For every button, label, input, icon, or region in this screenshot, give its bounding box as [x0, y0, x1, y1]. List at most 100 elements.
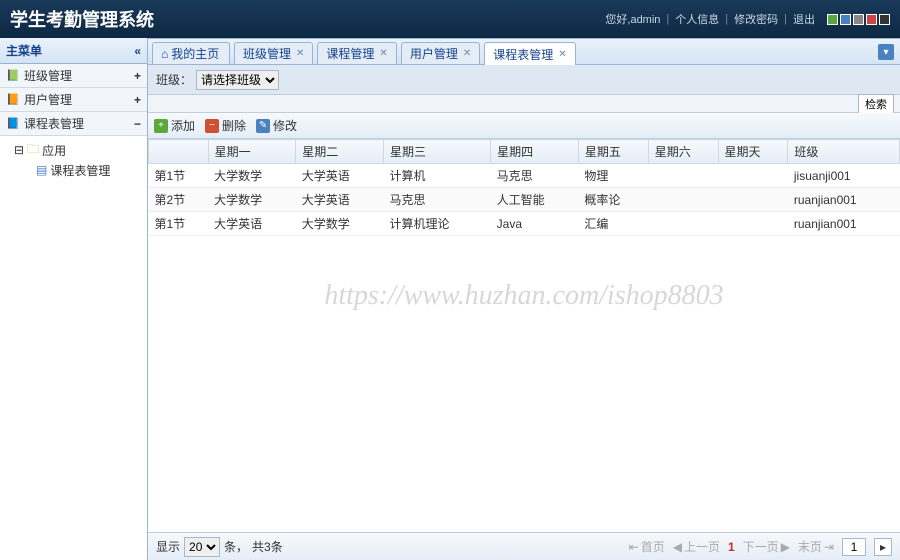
expand-icon[interactable]: + — [134, 93, 141, 107]
table-cell — [648, 212, 718, 236]
welcome-text: 您好,admin — [605, 11, 660, 27]
swatch-dark[interactable] — [879, 14, 890, 25]
sidebar-item-schedule[interactable]: 📘课程表管理 − — [0, 112, 147, 136]
table-cell: 概率论 — [578, 188, 648, 212]
column-header[interactable]: 班级 — [788, 140, 900, 164]
pager-left: 显示 20 条， 共3条 — [156, 537, 283, 557]
column-header[interactable]: 星期三 — [383, 140, 490, 164]
edit-icon: ✎ — [256, 119, 270, 133]
minus-box-icon: ⊟ — [14, 143, 24, 157]
close-icon[interactable]: ✕ — [296, 48, 304, 59]
last-icon: ⇥ — [824, 540, 834, 554]
column-header[interactable]: 星期天 — [718, 140, 788, 164]
pager: 显示 20 条， 共3条 ⇤首页 ◀上一页 1 下一页▶ 末页⇥ ▸ — [148, 532, 900, 560]
delete-icon: − — [205, 119, 219, 133]
swatch-gray[interactable] — [853, 14, 864, 25]
next-icon: ▶ — [781, 540, 790, 554]
table-cell — [718, 164, 788, 188]
close-icon[interactable]: ✕ — [463, 48, 471, 59]
edit-button[interactable]: ✎修改 — [256, 117, 297, 134]
last-page-button[interactable]: 末页⇥ — [798, 538, 834, 555]
collapse-icon[interactable]: − — [134, 117, 141, 131]
link-profile[interactable]: 个人信息 — [675, 11, 719, 27]
close-icon[interactable]: ✕ — [558, 49, 566, 60]
table-cell: ruanjian001 — [788, 212, 900, 236]
sidebar-item-user[interactable]: 📙用户管理 + — [0, 88, 147, 112]
table-cell: 大学数学 — [296, 212, 384, 236]
link-password[interactable]: 修改密码 — [734, 11, 778, 27]
folder-icon: 📘 — [6, 117, 20, 131]
class-select[interactable]: 请选择班级 — [196, 70, 279, 90]
prev-icon: ◀ — [673, 540, 682, 554]
sidebar-item-class[interactable]: 📗 班级管理 + — [0, 64, 147, 88]
column-header[interactable]: 星期六 — [648, 140, 718, 164]
table-cell: 大学数学 — [208, 164, 296, 188]
first-page-button[interactable]: ⇤首页 — [629, 538, 665, 555]
table-cell: 第2节 — [149, 188, 209, 212]
table-cell: 计算机 — [383, 164, 490, 188]
tree-node-app[interactable]: ⊟ 🗀 应用 — [14, 140, 147, 160]
theme-swatches — [827, 14, 890, 25]
prev-page-button[interactable]: ◀上一页 — [673, 538, 720, 555]
sidebar-title: 主菜单 — [6, 42, 42, 59]
expand-icon[interactable]: + — [134, 69, 141, 83]
tab-home[interactable]: ⌂我的主页 — [152, 42, 230, 64]
column-header[interactable]: 星期二 — [296, 140, 384, 164]
table-cell: ruanjian001 — [788, 188, 900, 212]
column-header[interactable]: 星期四 — [491, 140, 579, 164]
add-button[interactable]: +添加 — [154, 117, 195, 134]
swatch-green[interactable] — [827, 14, 838, 25]
main-panel: ⌂我的主页 班级管理 ✕ 课程管理 ✕ 用户管理 ✕ 课程表管理 ✕ ▾ 班级： — [148, 38, 900, 560]
tab-label: 用户管理 — [410, 45, 458, 62]
folder-icon: 📗 — [6, 69, 20, 83]
delete-button[interactable]: −删除 — [205, 117, 246, 134]
tab-course[interactable]: 课程管理 ✕ — [317, 42, 396, 64]
table-cell: 马克思 — [383, 188, 490, 212]
table-cell: Java — [491, 212, 579, 236]
table-row[interactable]: 第1节大学英语大学数学计算机理论Java汇编ruanjian001 — [149, 212, 900, 236]
table-cell: 物理 — [578, 164, 648, 188]
data-grid: 星期一星期二星期三星期四星期五星期六星期天班级 第1节大学数学大学英语计算机马克… — [148, 139, 900, 532]
table-header-row: 星期一星期二星期三星期四星期五星期六星期天班级 — [149, 140, 900, 164]
column-header[interactable] — [149, 140, 209, 164]
table-cell: 大学英语 — [296, 188, 384, 212]
tabs-menu-icon[interactable]: ▾ — [878, 44, 894, 60]
table-cell — [648, 164, 718, 188]
app-header: 学生考勤管理系统 您好,admin | 个人信息 | 修改密码 | 退出 — [0, 0, 900, 38]
table-row[interactable]: 第2节大学数学大学英语马克思人工智能概率论ruanjian001 — [149, 188, 900, 212]
tree-node-leaf[interactable]: ▤ 课程表管理 — [14, 160, 147, 180]
table-cell: 第1节 — [149, 212, 209, 236]
close-icon[interactable]: ✕ — [379, 48, 387, 59]
search-button[interactable]: 检索 — [858, 94, 894, 114]
sidebar-tree: ⊟ 🗀 应用 ▤ 课程表管理 — [0, 136, 147, 184]
tab-label: 课程管理 — [326, 45, 374, 62]
sidebar-item-label: 班级管理 — [24, 67, 72, 84]
tab-label: 班级管理 — [243, 45, 291, 62]
table-cell: 人工智能 — [491, 188, 579, 212]
file-icon: ▤ — [36, 163, 47, 177]
column-header[interactable]: 星期一 — [208, 140, 296, 164]
sidebar-header: 主菜单 « — [0, 38, 147, 64]
column-header[interactable]: 星期五 — [578, 140, 648, 164]
table-row[interactable]: 第1节大学数学大学英语计算机马克思物理jisuanji001 — [149, 164, 900, 188]
table-cell: 计算机理论 — [383, 212, 490, 236]
swatch-red[interactable] — [866, 14, 877, 25]
tab-label: 我的主页 — [171, 45, 219, 62]
tree-label: 应用 — [42, 142, 66, 159]
swatch-blue[interactable] — [840, 14, 851, 25]
table-cell: 第1节 — [149, 164, 209, 188]
page-size-select[interactable]: 20 — [184, 537, 220, 557]
tab-schedule[interactable]: 课程表管理 ✕ — [484, 42, 575, 65]
go-button[interactable]: ▸ — [874, 538, 892, 556]
page-input[interactable] — [842, 538, 866, 556]
add-icon: + — [154, 119, 168, 133]
sub-bar: 检索 — [148, 95, 900, 113]
table-cell — [718, 212, 788, 236]
tab-class[interactable]: 班级管理 ✕ — [234, 42, 313, 64]
collapse-icon[interactable]: « — [134, 44, 141, 58]
link-logout[interactable]: 退出 — [793, 11, 815, 27]
table-cell: 大学英语 — [296, 164, 384, 188]
pager-total: 共3条 — [252, 538, 283, 555]
tab-user[interactable]: 用户管理 ✕ — [401, 42, 480, 64]
next-page-button[interactable]: 下一页▶ — [743, 538, 790, 555]
